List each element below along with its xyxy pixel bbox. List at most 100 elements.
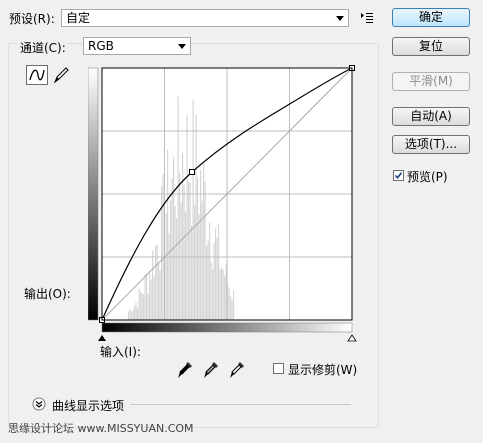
channel-label: 通道(C): bbox=[18, 39, 68, 56]
curves-graph[interactable] bbox=[88, 62, 370, 347]
histogram-bar bbox=[149, 270, 151, 320]
histogram-bar bbox=[204, 181, 206, 320]
black-point-slider[interactable] bbox=[98, 335, 106, 341]
histogram-bar bbox=[233, 290, 235, 320]
histogram-bar bbox=[221, 267, 223, 320]
pencil-tool-icon bbox=[53, 67, 69, 84]
histogram-bar bbox=[182, 152, 184, 320]
preset-dropdown[interactable]: 自定 bbox=[61, 9, 349, 27]
histogram-bar bbox=[162, 174, 164, 320]
options-button[interactable]: 选项(T)... bbox=[392, 135, 470, 154]
expand-chevron-icon[interactable] bbox=[32, 397, 46, 411]
histogram-bar bbox=[212, 269, 214, 320]
preview-label: 预览(P) bbox=[407, 170, 448, 184]
histogram-bar bbox=[129, 309, 131, 320]
watermark: 思缘设计论坛 www.MISSYUAN.COM bbox=[8, 422, 194, 435]
histogram-bar bbox=[180, 202, 182, 320]
histogram-bar bbox=[170, 200, 172, 320]
chevron-down-icon bbox=[178, 44, 186, 49]
histogram-bar bbox=[179, 172, 181, 320]
histogram-bar bbox=[156, 244, 158, 320]
histogram-bar bbox=[147, 293, 149, 320]
histogram-bar bbox=[134, 305, 136, 320]
histogram-bar bbox=[152, 250, 154, 320]
histogram-bar bbox=[153, 276, 155, 320]
white-point-eyedropper-icon bbox=[230, 362, 244, 378]
smooth-button[interactable]: 平滑(M) bbox=[392, 72, 470, 91]
histogram-bar bbox=[200, 169, 202, 320]
preview-checkbox[interactable] bbox=[393, 170, 404, 181]
histogram-bar bbox=[176, 218, 178, 320]
histogram-bar bbox=[186, 115, 188, 321]
curve-display-options-label[interactable]: 曲线显示选项 bbox=[52, 397, 124, 414]
histogram-bar bbox=[189, 182, 191, 320]
histogram-bar bbox=[135, 302, 137, 320]
histogram-bar bbox=[177, 96, 179, 321]
auto-button[interactable]: 自动(A) bbox=[392, 107, 470, 126]
gray-point-eyedropper[interactable] bbox=[203, 361, 219, 379]
histogram-bar bbox=[132, 309, 134, 320]
curve-control-point[interactable] bbox=[189, 169, 195, 175]
output-gradient-bar bbox=[88, 67, 99, 321]
show-clipping-label: 显示修剪(W) bbox=[288, 363, 358, 377]
chevron-down-icon bbox=[336, 16, 344, 21]
checkmark-icon bbox=[394, 172, 403, 180]
histogram-bar bbox=[174, 206, 176, 320]
histogram-bar bbox=[192, 99, 194, 321]
preset-value: 自定 bbox=[66, 11, 91, 25]
input-label: 输入(I): bbox=[100, 345, 141, 359]
preset-options-icon[interactable] bbox=[360, 11, 374, 23]
ok-button[interactable]: 确定 bbox=[392, 8, 470, 27]
histogram-bar bbox=[137, 308, 139, 320]
histogram-bar bbox=[183, 185, 185, 320]
histogram-bar bbox=[191, 225, 193, 320]
histogram-bar bbox=[140, 291, 142, 320]
black-point-eyedropper[interactable] bbox=[177, 361, 193, 379]
histogram-bar bbox=[185, 212, 187, 320]
histogram-bar bbox=[231, 299, 233, 320]
pencil-tool[interactable] bbox=[51, 65, 73, 85]
curve-point-tool-icon bbox=[29, 69, 45, 81]
histogram-bar bbox=[222, 269, 224, 320]
histogram-bar bbox=[230, 296, 232, 320]
preset-label: 预设(R): bbox=[9, 12, 55, 26]
histogram-bar bbox=[131, 312, 133, 320]
histogram-bar bbox=[138, 288, 140, 320]
histogram-bar bbox=[219, 269, 221, 320]
input-gradient-bar bbox=[101, 322, 353, 333]
histogram-bar bbox=[150, 279, 152, 320]
histogram-bar bbox=[216, 237, 218, 320]
histogram-bar bbox=[213, 243, 215, 320]
histogram-bar bbox=[210, 261, 212, 320]
gray-point-eyedropper-icon bbox=[204, 362, 218, 378]
histogram-bar bbox=[215, 228, 217, 320]
histogram-bar bbox=[168, 232, 170, 320]
histogram-bar bbox=[203, 162, 205, 320]
histogram-bar bbox=[173, 156, 175, 320]
histogram-bar bbox=[224, 276, 226, 320]
histogram-bar bbox=[194, 205, 196, 320]
curve-point-tool[interactable] bbox=[26, 65, 48, 85]
output-label: 输出(O): bbox=[24, 287, 71, 301]
histogram-bar bbox=[159, 270, 161, 320]
histogram-bar bbox=[167, 149, 169, 320]
black-point-eyedropper-icon bbox=[178, 362, 192, 378]
channel-dropdown[interactable]: RGB bbox=[83, 37, 191, 55]
histogram-bar bbox=[228, 288, 230, 320]
histogram-bar bbox=[195, 114, 197, 321]
white-point-slider[interactable] bbox=[347, 334, 357, 342]
histogram-bar bbox=[144, 273, 146, 320]
histogram-bar bbox=[207, 240, 209, 320]
histogram-bar bbox=[197, 178, 199, 320]
reset-button[interactable]: 复位 bbox=[392, 37, 470, 56]
show-clipping-checkbox[interactable] bbox=[273, 363, 284, 374]
histogram-bar bbox=[209, 222, 211, 320]
divider bbox=[130, 404, 351, 405]
histogram-bar bbox=[128, 311, 130, 320]
histogram-bar bbox=[165, 213, 167, 320]
histogram-bar bbox=[188, 181, 190, 320]
white-point-eyedropper[interactable] bbox=[229, 361, 245, 379]
histogram-bar bbox=[141, 293, 143, 320]
histogram-bar bbox=[146, 273, 148, 320]
channel-value: RGB bbox=[88, 39, 114, 53]
